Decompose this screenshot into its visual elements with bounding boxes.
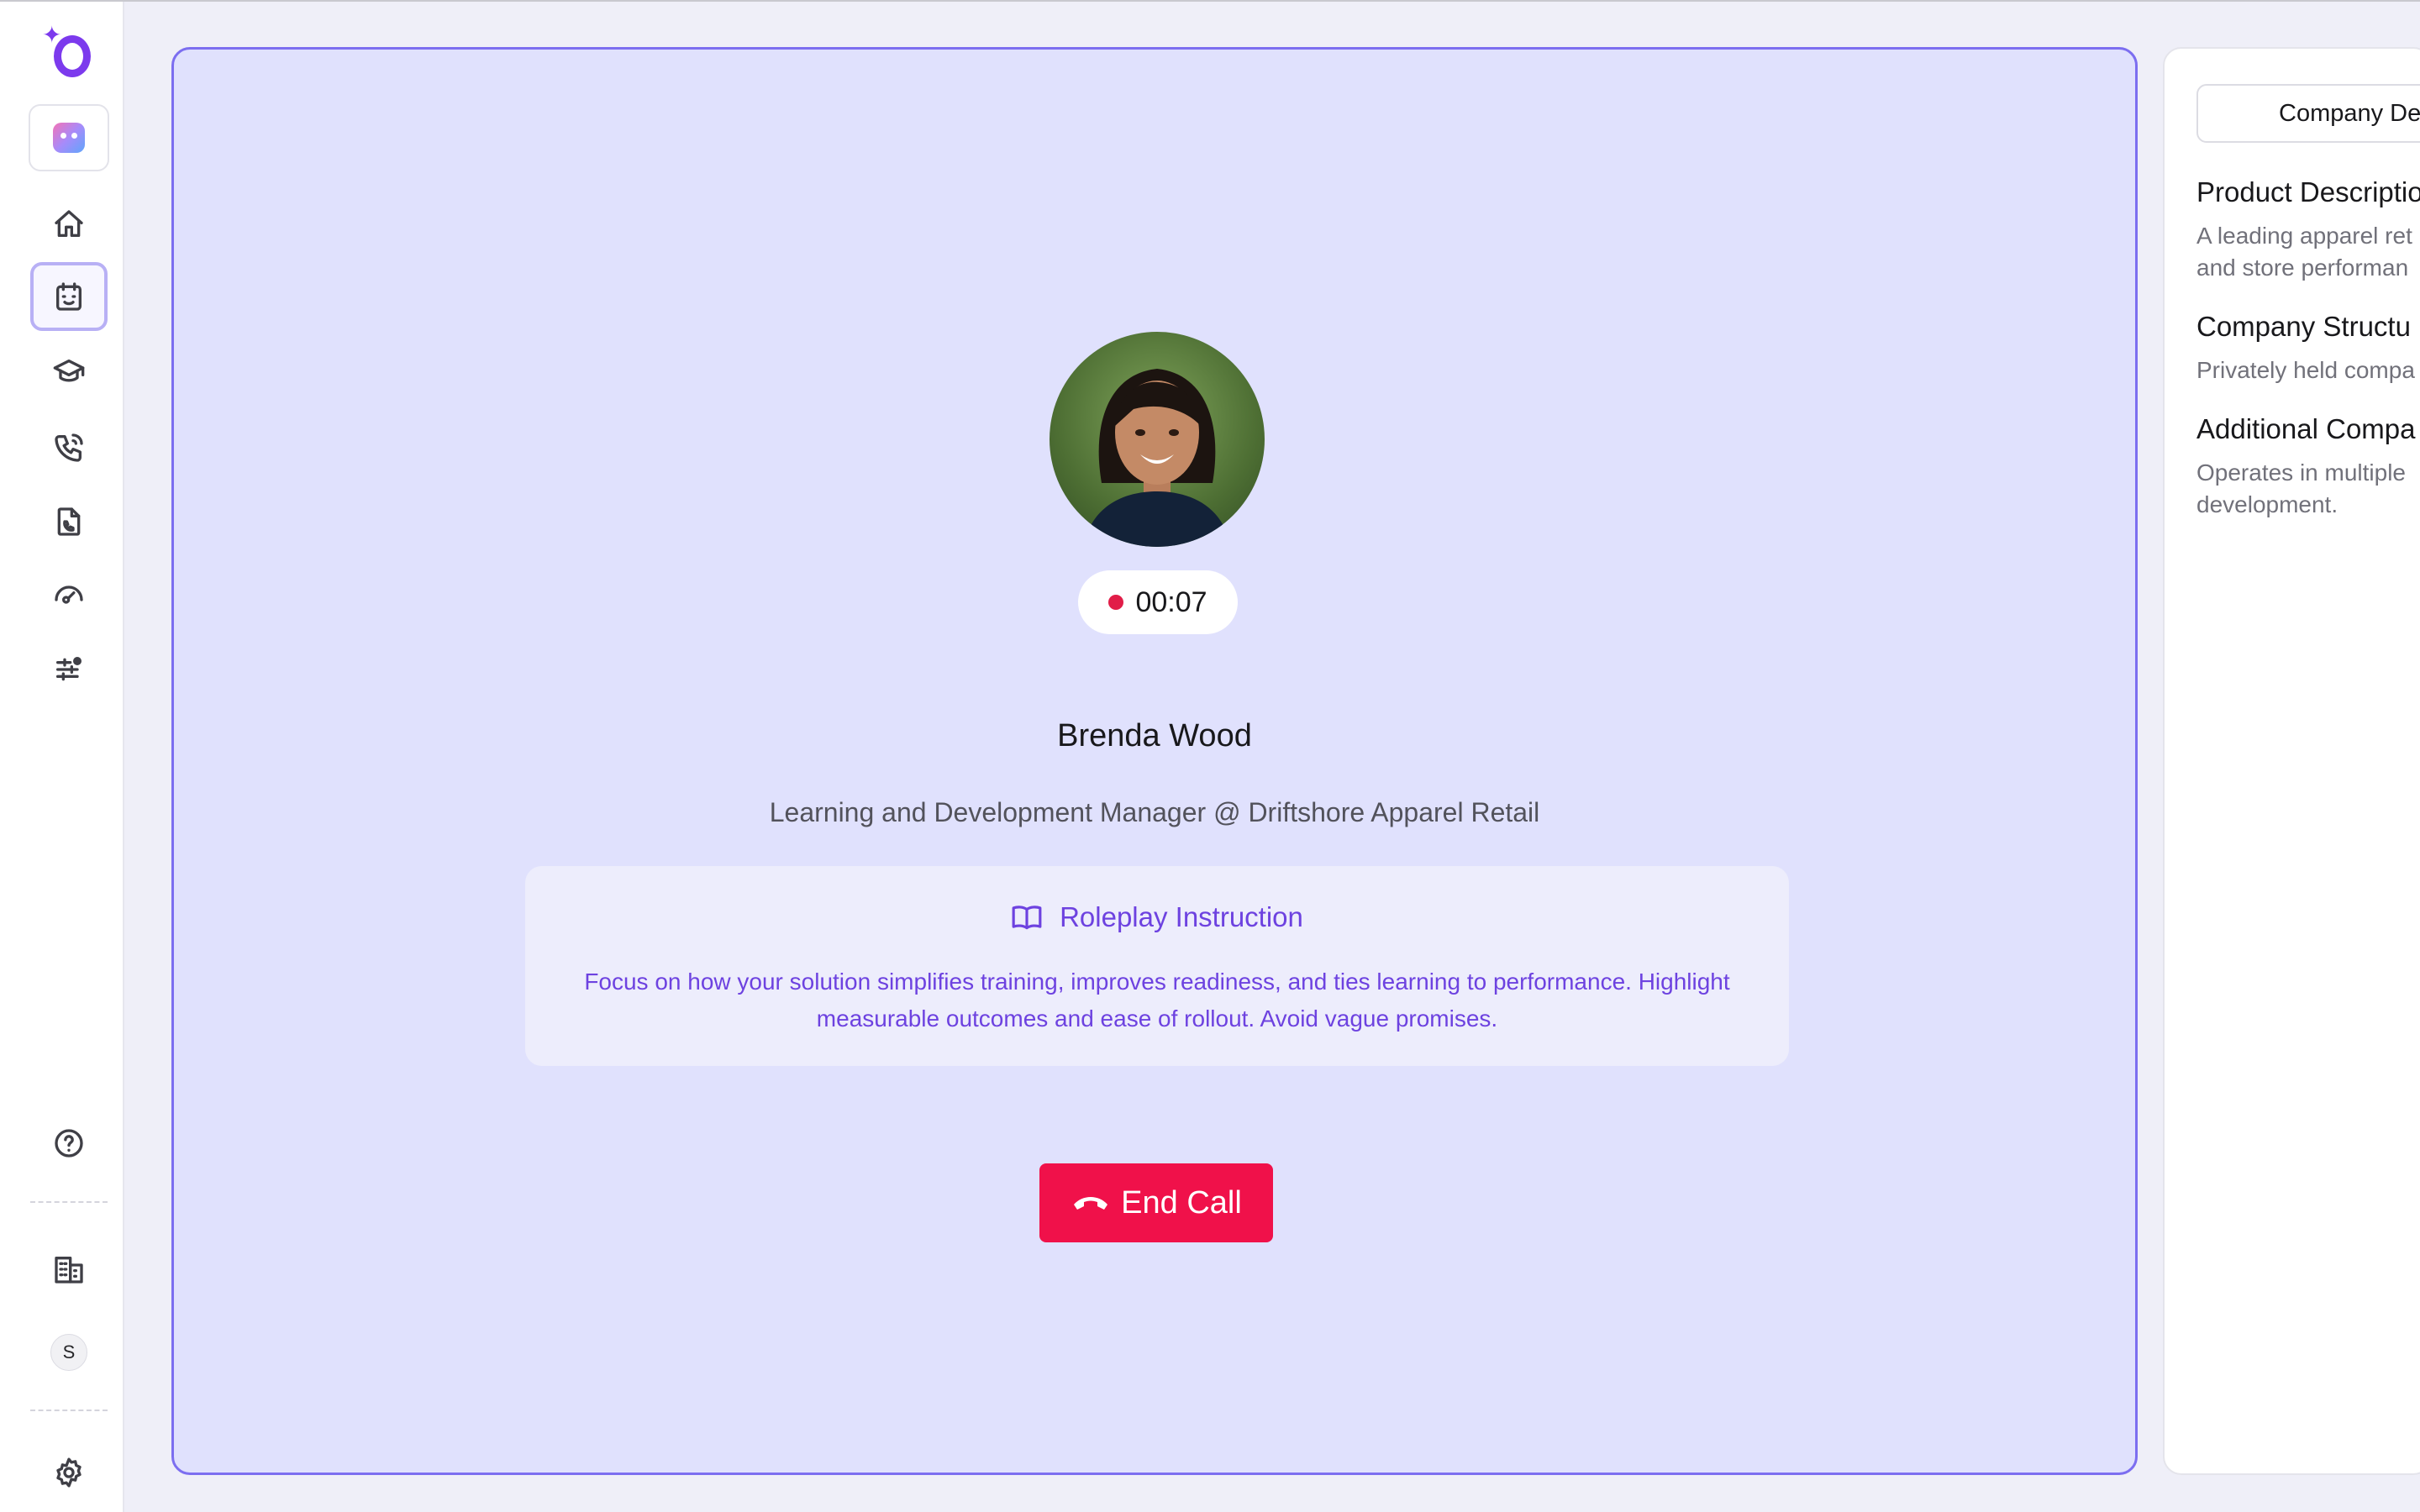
phone-file-icon: [57, 507, 81, 536]
nav-settings-sliders[interactable]: [30, 635, 108, 704]
help-circle-icon: [55, 1129, 83, 1158]
section-title: Company Structu: [2196, 311, 2411, 342]
nav-roleplay-calendar[interactable]: [30, 262, 108, 331]
roleplay-instruction-box: Roleplay Instruction Focus on how your s…: [525, 866, 1789, 1066]
sidebar-divider: [30, 1410, 108, 1411]
hang-up-icon: [1074, 1197, 1108, 1210]
call-panel: 00:07 Brenda Wood Learning and Developme…: [171, 47, 2138, 1475]
ai-assistant-button[interactable]: [29, 104, 109, 171]
section-title: Additional Compa: [2196, 413, 2416, 444]
contact-role: Learning and Development Manager @ Drift…: [769, 797, 1540, 827]
phone-call-icon: [55, 433, 83, 462]
section-text: and store performan: [2196, 255, 2409, 281]
window-top-border: [0, 0, 2420, 2]
recording-indicator: [1108, 595, 1124, 610]
graduation-cap-icon: [53, 360, 85, 382]
nav-learning[interactable]: [30, 338, 108, 407]
help-button[interactable]: [30, 1109, 108, 1178]
contact-name: Brenda Wood: [1057, 718, 1252, 753]
robot-icon: [53, 123, 85, 153]
gear-icon: [56, 1457, 82, 1488]
nav-home[interactable]: [30, 190, 108, 259]
end-call-button[interactable]: End Call: [1039, 1163, 1273, 1242]
logo-mark: [54, 35, 91, 77]
open-book-icon: [1012, 906, 1042, 930]
sliders-icon: [56, 657, 82, 681]
organization-button[interactable]: [30, 1235, 108, 1304]
instruction-title: Roleplay Instruction: [1060, 901, 1303, 932]
settings-button[interactable]: [30, 1438, 108, 1507]
end-call-label: End Call: [1121, 1184, 1242, 1221]
contact-photo: [1050, 332, 1265, 547]
tab-company-details[interactable]: Company De: [2196, 84, 2420, 143]
company-details-panel: Company De Product Descriptio A leading …: [2163, 47, 2420, 1475]
speedometer-icon: [55, 585, 83, 604]
nav-performance[interactable]: [30, 561, 108, 630]
nav-call-scripts[interactable]: [30, 487, 108, 556]
sidebar: ✦ S: [0, 2, 124, 1512]
instruction-text: Focus on how your solution simplifies tr…: [584, 969, 1730, 1032]
section-text: Operates in multiple: [2196, 459, 2407, 486]
calendar-icon: [56, 282, 82, 311]
instruction-header: Roleplay Instruction: [525, 901, 1789, 933]
call-timer: 00:07: [1078, 570, 1238, 634]
contact-portrait: [1083, 369, 1231, 547]
timer-value: 00:07: [1135, 585, 1207, 618]
user-avatar[interactable]: S: [50, 1334, 87, 1371]
home-icon: [55, 210, 83, 237]
section-text: development.: [2196, 491, 2338, 517]
section-text: Privately held compa: [2196, 357, 2415, 383]
app-logo[interactable]: ✦: [42, 24, 97, 82]
section-title: Product Descriptio: [2196, 176, 2420, 207]
section-text: A leading apparel ret: [2196, 223, 2412, 249]
building-icon: [55, 1257, 83, 1284]
nav-calls[interactable]: [30, 413, 108, 482]
sidebar-divider: [30, 1201, 108, 1203]
